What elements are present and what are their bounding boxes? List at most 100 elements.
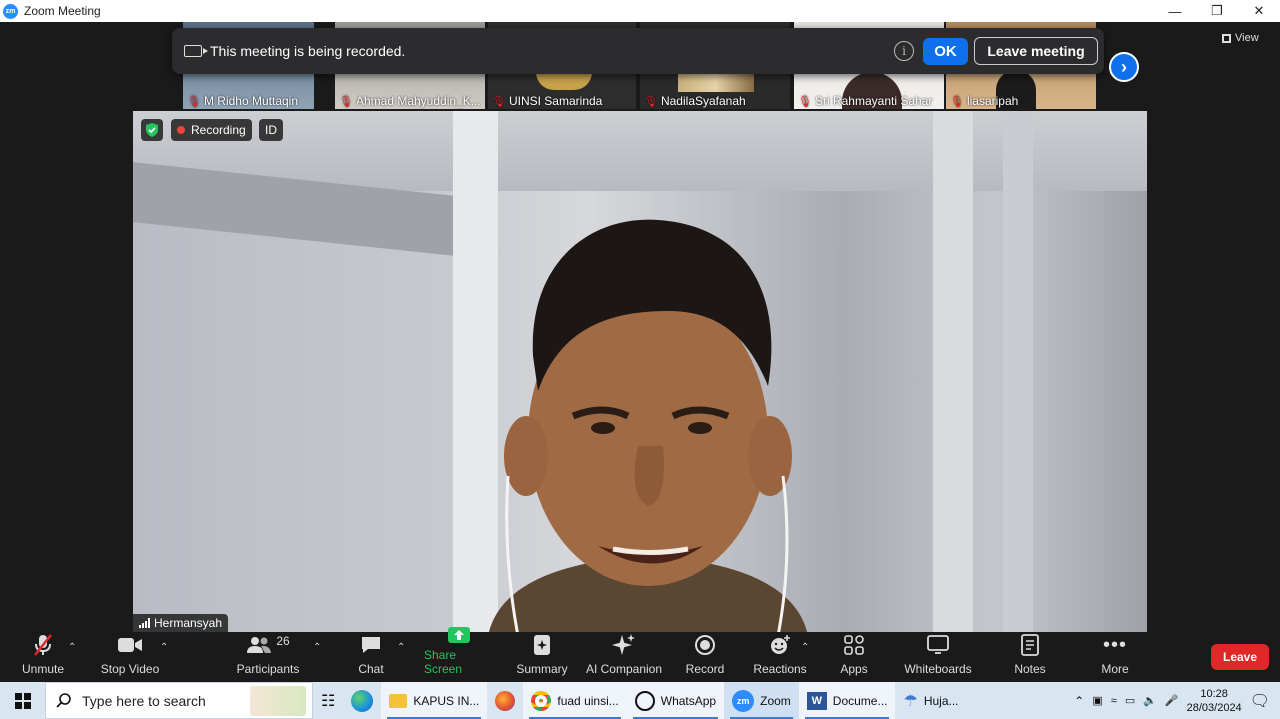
taskbar-app-label: WhatsApp bbox=[660, 693, 717, 708]
clock-time: 10:28 bbox=[1200, 687, 1228, 700]
summary-label: Summary bbox=[516, 662, 568, 676]
minimize-button[interactable]: — bbox=[1154, 0, 1196, 22]
participants-count: 26 bbox=[276, 634, 290, 648]
windows-start-button[interactable] bbox=[0, 682, 45, 719]
main-speaker-video: Recording ID Hermansyah bbox=[133, 111, 1147, 632]
taskbar-app-label: Zoom bbox=[760, 693, 791, 708]
taskbar-app-word[interactable]: W Docume... bbox=[798, 682, 896, 719]
next-page-arrow-icon[interactable]: › bbox=[1109, 52, 1139, 82]
muted-mic-icon: 🎙 bbox=[492, 95, 506, 108]
restore-button[interactable]: ❐ bbox=[1196, 0, 1238, 22]
chat-button[interactable]: Chat bbox=[350, 632, 392, 682]
leave-meeting-button[interactable]: Leave meeting bbox=[974, 37, 1098, 65]
reactions-button[interactable]: Reactions bbox=[752, 632, 808, 682]
record-button[interactable]: Record bbox=[684, 632, 726, 682]
reactions-options-chevron-icon[interactable]: ⌃ bbox=[801, 642, 809, 653]
participant-name: 🎙 liasaripah bbox=[950, 94, 1019, 108]
ai-companion-label: AI Companion bbox=[585, 662, 663, 676]
taskbar-app-whatsapp[interactable]: WhatsApp bbox=[626, 682, 725, 719]
taskbar-app-firefox[interactable] bbox=[487, 682, 523, 719]
notifications-icon[interactable]: 🗨 bbox=[1250, 691, 1270, 711]
taskbar-app-label: Docume... bbox=[832, 693, 888, 708]
info-icon[interactable]: i bbox=[894, 41, 914, 61]
participants-options-chevron-icon[interactable]: ⌃ bbox=[313, 642, 321, 653]
audio-options-chevron-icon[interactable]: ⌃ bbox=[68, 642, 76, 653]
participants-label: Participants bbox=[236, 662, 300, 676]
taskbar-search-box[interactable]: Type here to search bbox=[45, 682, 313, 719]
security-shield-tag[interactable] bbox=[141, 119, 163, 141]
leave-button[interactable]: Leave bbox=[1211, 644, 1269, 670]
muted-microphone-icon bbox=[32, 632, 54, 658]
zoom-app-icon: zm bbox=[3, 3, 18, 19]
speaker-person-image bbox=[489, 219, 807, 632]
speaker-name: Hermansyah bbox=[154, 616, 223, 630]
participants-icon: 26 bbox=[246, 632, 290, 658]
ai-companion-button[interactable]: AI Companion bbox=[584, 632, 664, 682]
close-button[interactable]: ✕ bbox=[1238, 0, 1280, 22]
ok-button[interactable]: OK bbox=[923, 38, 968, 65]
ai-sparkle-icon bbox=[612, 632, 636, 658]
firefox-icon bbox=[495, 690, 516, 711]
meeting-controls-toolbar: Unmute ⌃ Stop Video ⌃ 26 Participants ⌃ … bbox=[0, 627, 1280, 682]
more-button[interactable]: ••• More bbox=[1096, 632, 1134, 682]
participant-name: 🎙 M Ridho Muttaqin bbox=[187, 94, 299, 108]
muted-mic-icon: 🎙 bbox=[339, 95, 353, 108]
meeting-id-tag[interactable]: ID bbox=[259, 119, 283, 141]
muted-mic-icon: 🎙 bbox=[798, 95, 812, 108]
volume-icon[interactable]: 🔈 bbox=[1143, 694, 1157, 707]
battery-icon[interactable]: ▭ bbox=[1125, 694, 1135, 707]
notes-icon bbox=[1021, 632, 1039, 658]
folder-icon bbox=[389, 693, 408, 708]
share-screen-icon bbox=[447, 626, 471, 644]
wifi-icon[interactable]: ≈ bbox=[1111, 695, 1117, 707]
participant-video-fragment bbox=[678, 72, 754, 92]
edge-browser-button[interactable] bbox=[343, 682, 381, 719]
video-background-door-frame bbox=[933, 111, 973, 632]
unmute-button[interactable]: Unmute bbox=[18, 632, 68, 682]
chat-label: Chat bbox=[358, 662, 384, 676]
participants-button[interactable]: 26 Participants bbox=[236, 632, 300, 682]
windows-taskbar: Type here to search ☷ KAPUS IN... fuad u… bbox=[0, 682, 1280, 719]
view-button[interactable]: View bbox=[1222, 32, 1259, 44]
participant-name: 🎙 NadilaSyafanah bbox=[644, 94, 746, 108]
notes-button[interactable]: Notes bbox=[1010, 632, 1050, 682]
apps-label: Apps bbox=[840, 662, 868, 676]
share-screen-label: Share Screen bbox=[424, 648, 463, 676]
taskbar-app-explorer[interactable]: KAPUS IN... bbox=[381, 682, 488, 719]
chat-options-chevron-icon[interactable]: ⌃ bbox=[397, 642, 405, 653]
participant-name: 🎙 Sri Rahmayanti Sahar bbox=[798, 94, 933, 108]
task-view-icon: ☷ bbox=[321, 692, 336, 710]
taskbar-app-chrome[interactable]: fuad uinsi... bbox=[523, 682, 627, 719]
meet-now-icon[interactable]: ▣ bbox=[1092, 694, 1102, 707]
window-titlebar: zm Zoom Meeting — ❐ ✕ bbox=[0, 0, 1280, 22]
taskbar-weather-widget[interactable]: ☂ Huja... bbox=[895, 682, 966, 719]
record-label: Record bbox=[685, 662, 725, 676]
whiteboards-button[interactable]: Whiteboards bbox=[900, 632, 976, 682]
task-view-button[interactable]: ☷ bbox=[313, 682, 343, 719]
whatsapp-icon bbox=[634, 690, 655, 711]
stop-video-button[interactable]: Stop Video bbox=[98, 632, 162, 682]
taskbar-app-label: fuad uinsi... bbox=[557, 693, 619, 708]
video-options-chevron-icon[interactable]: ⌃ bbox=[160, 642, 168, 653]
participant-name: 🎙 Ahmad Mahyuddin_K... bbox=[339, 94, 481, 108]
taskbar-app-label: KAPUS IN... bbox=[413, 693, 480, 708]
apps-button[interactable]: Apps bbox=[836, 632, 872, 682]
search-placeholder: Type here to search bbox=[82, 692, 206, 709]
taskbar-clock[interactable]: 10:28 28/03/2024 bbox=[1187, 687, 1242, 715]
summary-document-icon bbox=[532, 632, 552, 658]
muted-mic-icon: 🎙 bbox=[644, 95, 658, 108]
summary-button[interactable]: Summary bbox=[514, 632, 570, 682]
recording-indicator[interactable]: Recording bbox=[171, 119, 252, 141]
window-title: Zoom Meeting bbox=[24, 4, 101, 18]
muted-mic-icon: 🎙 bbox=[187, 95, 201, 108]
view-label: View bbox=[1235, 32, 1259, 44]
show-hidden-icons-chevron-icon[interactable]: ⌃ bbox=[1074, 694, 1084, 708]
share-screen-button[interactable]: Share Screen bbox=[424, 627, 494, 682]
microphone-icon[interactable]: 🎤 bbox=[1165, 694, 1179, 707]
recording-message: This meeting is being recorded. bbox=[210, 43, 406, 59]
recording-label: Recording bbox=[191, 123, 246, 137]
record-icon bbox=[694, 632, 716, 658]
participant-name: 🎙 UINSI Samarinda bbox=[492, 94, 603, 108]
taskbar-app-zoom[interactable]: zm Zoom bbox=[724, 682, 799, 719]
search-icon bbox=[56, 692, 71, 708]
